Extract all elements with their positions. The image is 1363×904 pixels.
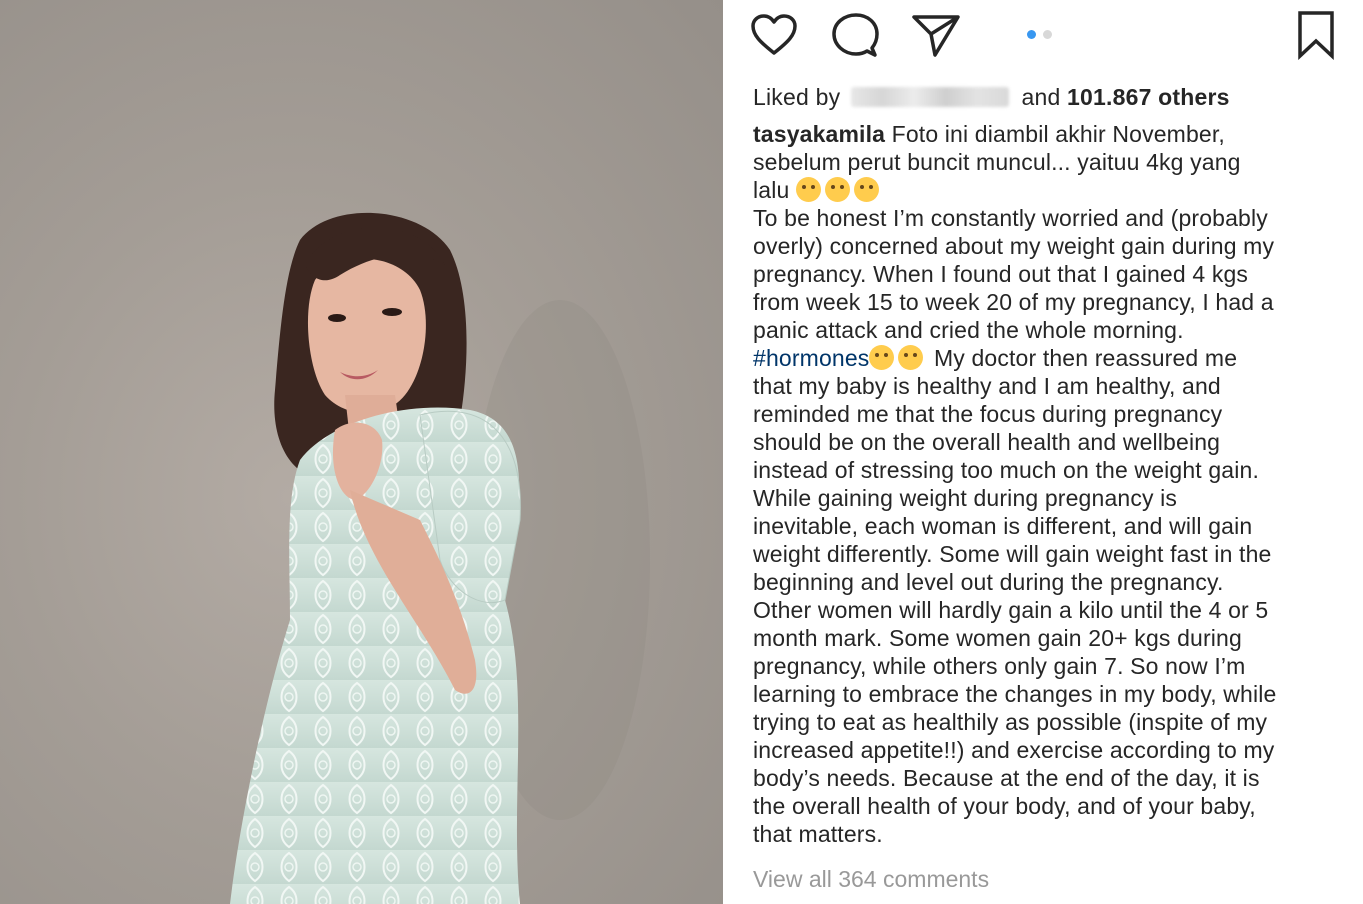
caption-line: body’s needs. Because at the end of the … [753, 765, 1260, 791]
weary-face-emoji [795, 177, 821, 202]
view-comments-link[interactable]: View all 364 comments [753, 866, 989, 893]
woman-in-lace-dress-image [230, 212, 650, 904]
caption-line: reminded me that the focus during pregna… [753, 401, 1223, 427]
hashtag-link[interactable]: #hormones [753, 345, 869, 371]
crying-face-emoji [824, 177, 850, 202]
caption-line: tasyakamila Foto ini diambil akhir Novem… [753, 121, 1225, 147]
caption-line: that my baby is healthy and I am healthy… [753, 373, 1221, 399]
eye-roll-emoji [869, 345, 895, 370]
caption-line: learning to embrace the changes in my bo… [753, 681, 1277, 707]
blurred-username [850, 86, 1009, 107]
likes-and-label: and [1021, 84, 1061, 110]
caption-line: #hormones My doctor then reassured me [753, 345, 1238, 371]
action-bar [723, 0, 1363, 70]
carousel-indicator [1027, 30, 1052, 39]
likes-summary[interactable]: Liked by and 101.867 others [753, 80, 1230, 114]
caption-line: While gaining weight during pregnancy is [753, 485, 1178, 511]
caption-line: pregnancy, while others only gain 7. So … [753, 653, 1246, 679]
post-photo[interactable] [0, 0, 723, 904]
carousel-dot [1043, 30, 1052, 39]
heart-icon [751, 14, 797, 55]
caption-line: from week 15 to week 20 of my pregnancy,… [753, 289, 1274, 315]
carousel-dot-active [1027, 30, 1036, 39]
save-button[interactable] [1291, 11, 1341, 60]
share-button[interactable] [911, 12, 961, 58]
caption-line: should be on the overall health and well… [753, 429, 1221, 455]
caption-line: Other women will hardly gain a kilo unti… [753, 597, 1269, 623]
caption-line: beginning and level out during the pregn… [753, 569, 1224, 595]
relieved-face-emoji [853, 177, 879, 202]
caption-line: overly) concerned about my weight gain d… [753, 233, 1275, 259]
caption-line: trying to eat as healthily as possible (… [753, 709, 1268, 735]
caption-line: To be honest I’m constantly worried and … [753, 205, 1268, 231]
caption-line: inevitable, each woman is different, and… [753, 513, 1253, 539]
send-icon [912, 15, 960, 57]
caption-line: that matters. [753, 821, 883, 847]
liked-by-label: Liked by [753, 84, 841, 110]
like-button[interactable] [749, 12, 799, 58]
caption-line: the overall health of your body, and of … [753, 793, 1256, 819]
post-caption: tasyakamila Foto ini diambil akhir Novem… [753, 120, 1353, 848]
caption-line: instead of stressing too much on the wei… [753, 457, 1259, 483]
comment-button[interactable] [830, 12, 880, 58]
caption-username[interactable]: tasyakamila [753, 121, 885, 147]
caption-line: month mark. Some women gain 20+ kgs duri… [753, 625, 1242, 651]
post-panel: Liked by and 101.867 others tasyakamila … [723, 0, 1363, 904]
caption-line: weight differently. Some will gain weigh… [753, 541, 1272, 567]
caption-line: lalu [753, 176, 1353, 204]
comment-icon [832, 13, 879, 57]
bookmark-icon [1298, 11, 1334, 60]
caption-line: sebelum perut buncit muncul... yaituu 4k… [753, 149, 1241, 175]
relieved-face-emoji [898, 345, 924, 370]
caption-line: pregnancy. When I found out that I gaine… [753, 261, 1249, 287]
caption-line: increased appetite!!) and exercise accor… [753, 737, 1275, 763]
likes-count[interactable]: 101.867 others [1067, 84, 1230, 110]
caption-line: panic attack and cried the whole morning… [753, 317, 1184, 343]
